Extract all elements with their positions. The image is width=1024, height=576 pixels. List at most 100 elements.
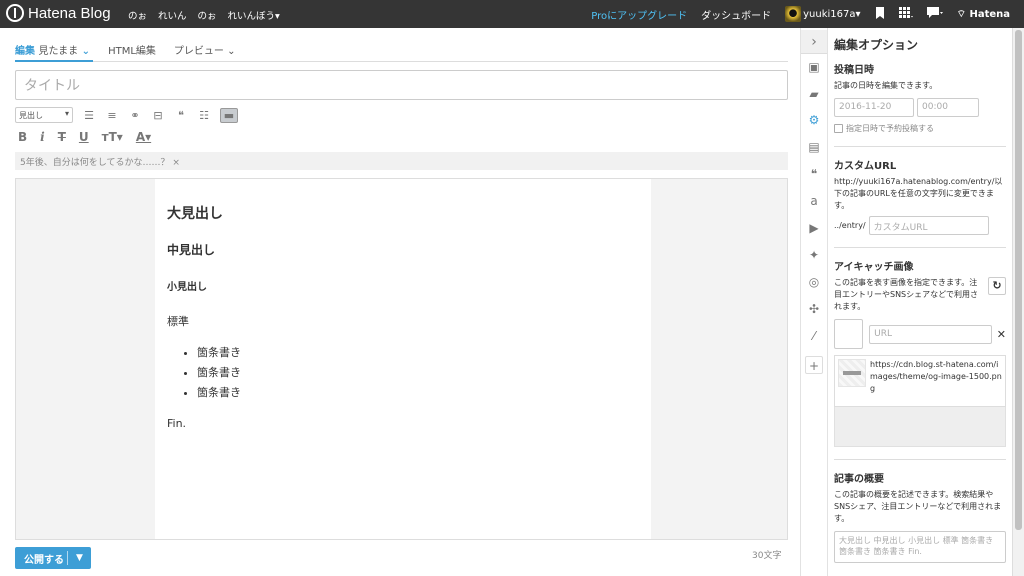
photo-upload-icon[interactable]: ▣ — [805, 58, 823, 76]
bookmark-icon[interactable] — [875, 6, 885, 22]
list-item: 箇条書き — [197, 383, 639, 403]
tab-wysiwyg-sub: 見たまま — [38, 46, 79, 57]
post-date-heading: 投稿日時 — [834, 65, 874, 76]
username: yuuki167a — [803, 9, 856, 20]
eyecatch-url-row: URL ✕ — [834, 319, 1006, 349]
eyecatch-desc-row: この記事を表す画像を指定できます。注目エントリーやSNSシェアなどで利用されます… — [834, 277, 1006, 313]
tab-preview-label: プレビュー — [173, 46, 224, 57]
list-item: 箇条書き — [197, 343, 639, 363]
bullet-list: 箇条書き 箇条書き 箇条書き — [167, 343, 639, 403]
add-icon[interactable]: + — [805, 356, 823, 374]
divider — [834, 459, 1006, 460]
dashboard-link[interactable]: ダッシュボード — [701, 7, 771, 22]
blog-nav: のぉ れいん のぉ れいんぼう▾ — [128, 8, 280, 22]
hatena-bird-icon: ⌔ — [956, 8, 966, 20]
link-icon[interactable]: ⚭ — [128, 109, 142, 122]
table-icon[interactable]: ⊟ — [151, 109, 165, 122]
tab-wysiwyg-label: 編集 — [15, 46, 35, 57]
underline-icon[interactable]: U — [79, 130, 89, 144]
strikethrough-icon[interactable]: T — [58, 130, 66, 144]
hatena-blog-logo[interactable]: Hatena Blog — [6, 4, 111, 22]
date-time-row: 2016-11-20 00:00 — [834, 98, 1006, 117]
eyecatch-thumbnail[interactable] — [834, 319, 864, 349]
logo-text: Hatena Blog — [28, 4, 111, 22]
tab-html-edit[interactable]: HTML編集 — [108, 42, 156, 57]
scrollbar-thumb[interactable] — [1015, 30, 1022, 530]
schedule-label: 指定日時で予約投稿する — [846, 124, 934, 133]
bullet-list-icon[interactable]: ☰ — [82, 109, 96, 122]
og-image-option[interactable]: https://cdn.blog.st-hatena.com/images/th… — [834, 355, 1006, 407]
summary-heading: 記事の概要 — [834, 474, 884, 485]
content-page[interactable]: 大見出し 中見出し 小見出し 標準 箇条書き 箇条書き 箇条書き Fin. — [155, 179, 651, 539]
collapse-chevron-icon[interactable]: › — [801, 30, 827, 54]
read-more-icon[interactable]: ☷ — [197, 109, 211, 122]
heading-small: 小見出し — [167, 282, 207, 293]
top-right-nav: Proにアップグレード ダッシュボード yuuki167a▾ ⌔ Hatena — [591, 0, 1024, 28]
apps-grid-icon[interactable] — [898, 6, 913, 22]
time-input[interactable]: 00:00 — [917, 98, 979, 117]
writing-hint[interactable]: 5年後、自分は何をしてるかな……？ × — [15, 152, 788, 170]
summary-textarea[interactable]: 大見出し 中見出し 小見出し 標準 箇条書き 箇条書き 箇条書き Fin. — [834, 531, 1006, 563]
amazon-icon[interactable]: a — [805, 192, 823, 210]
formatting-toolbar: 見出し ☰ ≡ ⚭ ⊟ ❝ ☷ ▬ — [15, 106, 238, 124]
close-icon[interactable]: ✕ — [997, 328, 1006, 341]
schedule-row: 指定日時で予約投稿する — [834, 123, 1006, 134]
twitter-icon[interactable]: ✦ — [805, 246, 823, 264]
quote-icon[interactable]: ❝ — [805, 165, 823, 183]
chevron-down-icon[interactable]: ▼ — [68, 553, 91, 563]
divider — [834, 247, 1006, 248]
document-icon[interactable]: ▤ — [805, 138, 823, 156]
brush-icon[interactable]: ⁄ — [805, 327, 823, 345]
font-size-icon[interactable]: тT▾ — [102, 130, 123, 144]
panel-title: 編集オプション — [834, 38, 919, 52]
refresh-icon[interactable]: ↻ — [988, 277, 1006, 295]
hatena-link[interactable]: ⌔ Hatena — [957, 8, 1010, 21]
instagram-icon[interactable]: ◎ — [805, 273, 823, 291]
closing-paragraph: Fin. — [167, 417, 187, 430]
user-menu[interactable]: yuuki167a▾ — [785, 6, 861, 22]
post-date-description: 記事の日時を編集できます。 — [834, 81, 938, 90]
fullwidth-icon[interactable]: ▬ — [220, 107, 238, 123]
chevron-down-icon: ⌄ — [227, 46, 236, 57]
date-input[interactable]: 2016-11-20 — [834, 98, 914, 117]
tab-preview[interactable]: プレビュー ⌄ — [174, 42, 236, 57]
image-picker-area[interactable] — [834, 407, 1006, 447]
youtube-icon[interactable]: ▶ — [805, 219, 823, 237]
heading-select[interactable]: 見出し — [15, 107, 73, 123]
eyecatch-url-input[interactable]: URL — [869, 324, 992, 344]
numbered-list-icon[interactable]: ≡ — [105, 109, 119, 122]
schedule-checkbox[interactable] — [834, 124, 843, 133]
eyecatch-description: この記事を表す画像を指定できます。注目エントリーやSNSシェアなどで利用されます… — [834, 278, 978, 311]
hatena-logo-icon — [6, 4, 24, 22]
content-editor[interactable]: 大見出し 中見出し 小見出し 標準 箇条書き 箇条書き 箇条書き Fin. — [15, 178, 788, 540]
bold-icon[interactable]: B — [18, 130, 27, 144]
nav-item-2[interactable]: れいん — [158, 8, 187, 22]
og-image-url: https://cdn.blog.st-hatena.com/images/th… — [870, 360, 1002, 393]
list-item: 箇条書き — [197, 363, 639, 383]
pro-upgrade-link[interactable]: Proにアップグレード — [591, 7, 687, 22]
avatar — [785, 6, 802, 22]
custom-url-heading: カスタムURL — [834, 161, 897, 172]
nav-item-1[interactable]: のぉ — [128, 8, 147, 22]
og-image-thumbnail — [838, 359, 866, 387]
custom-url-input[interactable]: カスタムURL — [868, 216, 989, 235]
custom-url-row: ../entry/ カスタムURL — [834, 216, 1006, 235]
tab-wysiwyg[interactable]: 編集 見たまま ⌄ — [15, 42, 90, 57]
nav-item-4[interactable]: れいんぼう▾ — [228, 8, 280, 22]
folder-icon[interactable]: ▰ — [805, 85, 823, 103]
top-bar: Hatena Blog のぉ れいん のぉ れいんぼう▾ Proにアップグレード… — [0, 0, 1024, 28]
quote-icon[interactable]: ❝ — [174, 109, 188, 122]
panel-scrollbar[interactable] — [1012, 28, 1024, 576]
title-input[interactable]: タイトル — [15, 70, 788, 100]
nav-item-3[interactable]: のぉ — [198, 8, 217, 22]
publish-button[interactable]: 公開する ▼ — [15, 547, 91, 569]
notification-comment-icon[interactable] — [926, 6, 943, 22]
tab-underline — [15, 60, 788, 62]
gear-icon[interactable]: ⚙ — [805, 111, 823, 129]
text-style-toolbar: B i T U тT▾ A▾ — [18, 128, 151, 146]
photolife-icon[interactable]: ✣ — [805, 300, 823, 318]
publish-label: 公開する — [24, 554, 64, 566]
entry-prefix: ../entry/ — [834, 221, 866, 230]
text-color-icon[interactable]: A▾ — [136, 130, 151, 144]
italic-icon[interactable]: i — [40, 130, 45, 144]
